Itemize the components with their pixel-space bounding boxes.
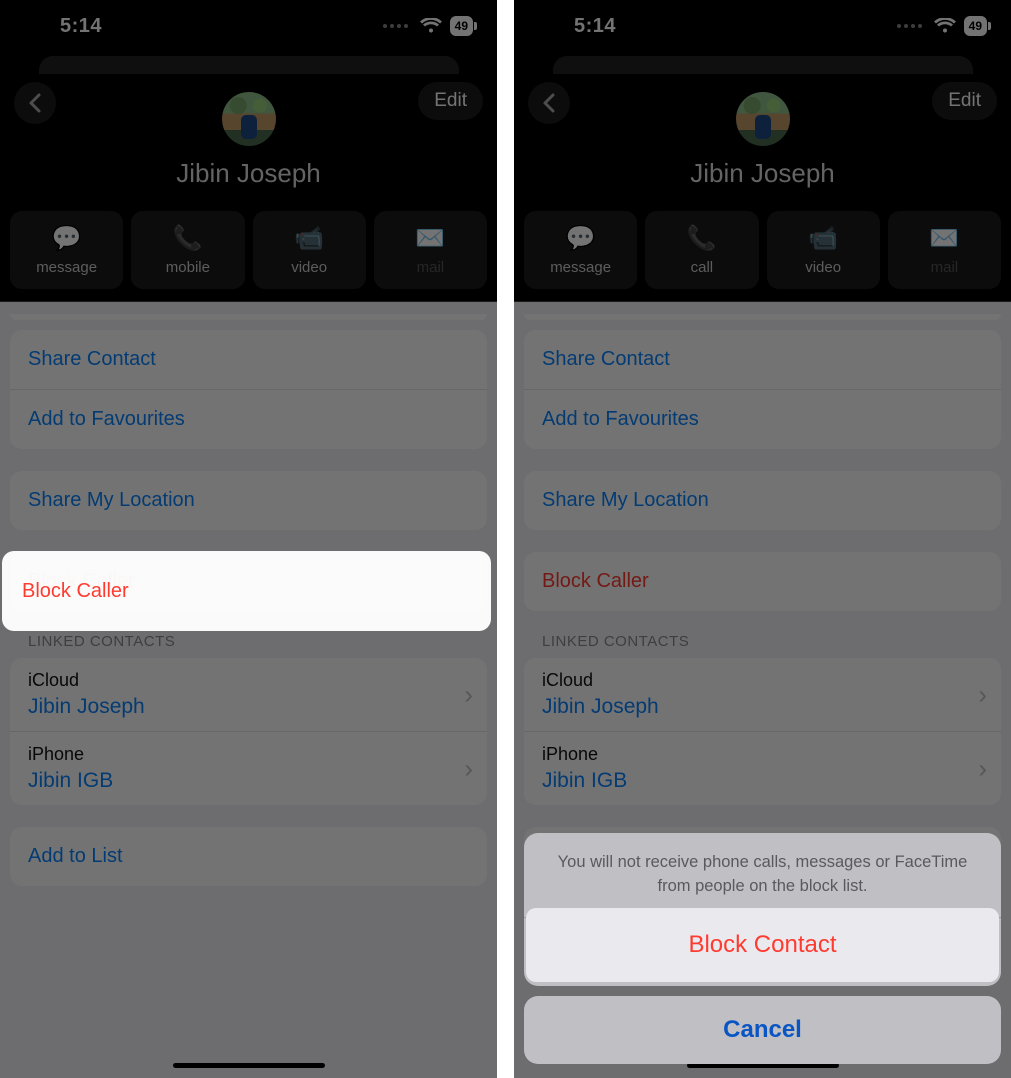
battery-level: 49 (969, 19, 982, 33)
status-time: 5:14 (24, 15, 102, 38)
battery-level: 49 (455, 19, 468, 33)
action-video-button[interactable]: 📹 video (253, 211, 366, 289)
linked-name: Jibin IGB (28, 769, 469, 793)
cellular-dots-icon (383, 24, 408, 28)
battery-indicator: 49 (450, 16, 473, 36)
mobile-icon: 📞 (173, 224, 203, 253)
block-caller-highlight[interactable]: Block Caller (2, 551, 491, 631)
share-location-row[interactable]: Share My Location (10, 471, 487, 530)
status-time: 5:14 (538, 15, 616, 38)
linked-contacts-card: iCloudJibin Joseph›iPhoneJibin IGB› (524, 658, 1001, 805)
back-button[interactable] (528, 82, 570, 124)
battery-indicator: 49 (964, 16, 987, 36)
action-mobile-button[interactable]: 📞 mobile (131, 211, 244, 289)
contact-header: Edit Jibin Joseph (0, 52, 497, 199)
chevron-right-icon: › (978, 679, 987, 710)
linked-contact-row[interactable]: iCloud Jibin Joseph› (10, 658, 487, 731)
mail-icon: ✉️ (929, 224, 959, 253)
linked-name: Jibin IGB (542, 769, 983, 793)
action-label: message (36, 259, 97, 276)
action-mail-button: ✉️ mail (888, 211, 1001, 289)
linked-name: Jibin Joseph (28, 695, 469, 719)
share-card: Share Contact Add to Favourites (10, 330, 487, 449)
linked-source: iPhone (28, 744, 469, 765)
call-icon: 📞 (687, 224, 717, 253)
action-label: mail (417, 259, 445, 276)
action-message-button[interactable]: 💬 message (524, 211, 637, 289)
message-icon: 💬 (52, 224, 82, 253)
cellular-dots-icon (897, 24, 922, 28)
block-contact-highlight[interactable]: Block Contact (526, 908, 999, 982)
wifi-icon (934, 18, 956, 34)
contact-avatar[interactable] (736, 92, 790, 146)
linked-contact-row[interactable]: iPhone Jibin IGB› (10, 731, 487, 805)
add-favourites-row[interactable]: Add to Favourites (10, 389, 487, 449)
chevron-right-icon: › (464, 753, 473, 784)
linked-source: iCloud (28, 670, 469, 691)
contact-avatar[interactable] (222, 92, 276, 146)
linked-source: iCloud (542, 670, 983, 691)
video-icon: 📹 (294, 224, 324, 253)
linked-contacts-header: LINKED CONTACTS (514, 633, 1011, 658)
action-label: video (805, 259, 841, 276)
share-location-row[interactable]: Share My Location (524, 471, 1001, 530)
contact-name: Jibin Joseph (526, 158, 999, 189)
action-label: mobile (166, 259, 210, 276)
block-card: Block Caller (524, 552, 1001, 611)
chevron-right-icon: › (464, 679, 473, 710)
sheet-message: You will not receive phone calls, messag… (524, 833, 1001, 918)
add-to-list-row[interactable]: Add to List (10, 827, 487, 886)
share-contact-row[interactable]: Share Contact (10, 330, 487, 389)
quick-actions-row: 💬 message 📞 mobile 📹 video ✉️ mail (0, 199, 497, 301)
chevron-right-icon: › (978, 753, 987, 784)
action-label: message (550, 259, 611, 276)
status-bar: 5:14 49 (514, 0, 1011, 52)
back-button[interactable] (14, 82, 56, 124)
action-label: mail (931, 259, 959, 276)
share-card: Share Contact Add to Favourites (524, 330, 1001, 449)
action-call-button[interactable]: 📞 call (645, 211, 758, 289)
edit-button[interactable]: Edit (932, 82, 997, 120)
add-favourites-row[interactable]: Add to Favourites (524, 389, 1001, 449)
video-icon: 📹 (808, 224, 838, 253)
list-card: Add to List (10, 827, 487, 886)
contact-header: Edit Jibin Joseph (514, 52, 1011, 199)
left-screenshot: 5:14 49 Edit Jibin Joseph 💬 message 📞 mobil… (0, 0, 497, 1078)
linked-name: Jibin Joseph (542, 695, 983, 719)
linked-contacts-card: iCloudJibin Joseph›iPhoneJibin IGB› (10, 658, 487, 805)
linked-contacts-header: LINKED CONTACTS (0, 633, 497, 658)
linked-contact-row[interactable]: iCloud Jibin Joseph› (524, 658, 1001, 731)
location-card: Share My Location (524, 471, 1001, 530)
wifi-icon (420, 18, 442, 34)
action-label: video (291, 259, 327, 276)
linked-source: iPhone (542, 744, 983, 765)
quick-actions-row: 💬 message 📞 call 📹 video ✉️ mail (514, 199, 1011, 301)
message-icon: 💬 (566, 224, 596, 253)
cancel-button[interactable]: Cancel (524, 996, 1001, 1064)
status-right-cluster: 49 (897, 16, 987, 36)
mail-icon: ✉️ (415, 224, 445, 253)
contact-body: Share Contact Add to Favourites Share My… (0, 301, 497, 1078)
block-caller-row[interactable]: Block Caller (524, 552, 1001, 611)
action-label: call (691, 259, 714, 276)
share-contact-row[interactable]: Share Contact (524, 330, 1001, 389)
edit-button[interactable]: Edit (418, 82, 483, 120)
action-mail-button: ✉️ mail (374, 211, 487, 289)
action-video-button[interactable]: 📹 video (767, 211, 880, 289)
contact-name: Jibin Joseph (12, 158, 485, 189)
action-message-button[interactable]: 💬 message (10, 211, 123, 289)
linked-contact-row[interactable]: iPhone Jibin IGB› (524, 731, 1001, 805)
status-right-cluster: 49 (383, 16, 473, 36)
status-bar: 5:14 49 (0, 0, 497, 52)
location-card: Share My Location (10, 471, 487, 530)
home-indicator[interactable] (173, 1063, 325, 1068)
right-screenshot: 5:14 49 Edit Jibin Joseph 💬 message 📞 call 📹… (514, 0, 1011, 1078)
